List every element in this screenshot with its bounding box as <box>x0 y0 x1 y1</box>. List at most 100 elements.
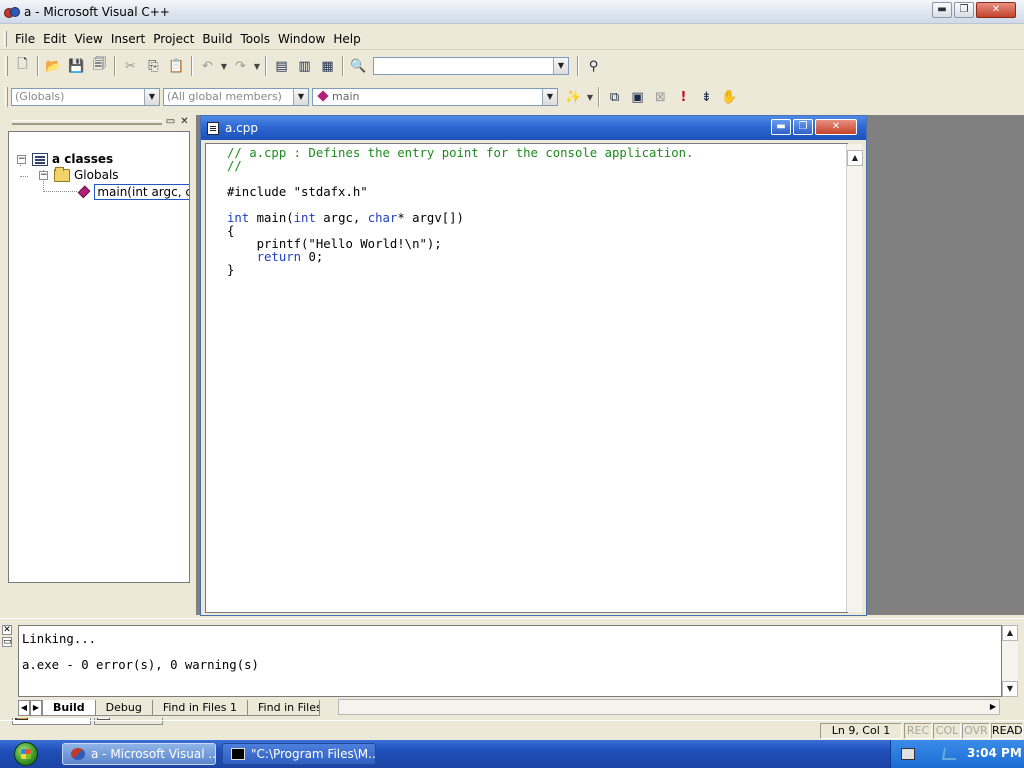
chevron-down-icon[interactable]: ▼ <box>542 89 557 105</box>
close-button[interactable]: ✕ <box>976 2 1016 18</box>
paste-icon[interactable]: 📋 <box>165 55 188 77</box>
menu-file[interactable]: File <box>11 30 39 48</box>
code-keyword: int <box>227 211 250 225</box>
open-folder-icon[interactable]: 📂 <box>42 55 65 77</box>
scope-combo[interactable]: (Globals) ▼ <box>11 88 160 106</box>
members-combo[interactable]: (All global members) ▼ <box>163 88 309 106</box>
output-close-icon[interactable]: ✕ <box>2 625 12 635</box>
collapse-icon[interactable]: − <box>39 170 48 180</box>
code-line: int main(int argc, char* argv[]) <box>227 212 464 225</box>
restore-icon: ❐ <box>959 4 969 15</box>
status-col: COL <box>933 723 961 739</box>
editor-title-bar[interactable]: a.cpp ▬ ❐ ✕ <box>201 116 866 140</box>
workspace-panel: ▭ ✕ − a classes − Globals main(int argc,… <box>6 115 194 725</box>
chevron-down-icon[interactable]: ▼ <box>293 89 308 105</box>
windows-logo-icon <box>14 742 38 766</box>
scroll-up-icon[interactable]: ▲ <box>847 150 863 166</box>
restore-icon: ❐ <box>798 121 808 132</box>
tab-find-in-files-2[interactable]: Find in Files 2 <box>248 700 321 716</box>
execute-icon[interactable]: ! <box>672 86 695 108</box>
wizard-dropdown-icon[interactable]: ▼ <box>585 86 595 108</box>
clock[interactable]: 3:04 PM <box>967 746 1022 760</box>
save-icon[interactable]: 💾 <box>65 55 88 77</box>
new-file-icon[interactable]: 🗋 <box>11 55 34 77</box>
restore-button[interactable]: ❐ <box>954 2 974 18</box>
scroll-down-icon[interactable]: ▼ <box>1002 681 1018 697</box>
output-text[interactable]: Linking... a.exe - 0 error(s), 0 warning… <box>18 625 1002 697</box>
network-icon[interactable] <box>941 748 959 760</box>
window-list-icon[interactable]: ▦ <box>316 55 339 77</box>
stop-build-icon[interactable]: ⊠ <box>649 86 672 108</box>
scroll-up-icon[interactable]: ▲ <box>1002 625 1018 641</box>
tree-node-globals[interactable]: − Globals <box>39 166 119 183</box>
editor-vertical-scrollbar[interactable]: ▲ <box>846 144 863 612</box>
code-text: 0; <box>301 250 324 264</box>
go-debug-icon[interactable]: ⇟ <box>695 86 718 108</box>
menu-tools[interactable]: Tools <box>236 30 274 48</box>
output-horizontal-scrollbar[interactable]: ▶ <box>338 699 1000 715</box>
toolbar-grip[interactable] <box>5 56 8 76</box>
output-vertical-scrollbar[interactable]: ▲ ▼ <box>1002 625 1018 697</box>
tab-find-in-files-1[interactable]: Find in Files 1 <box>152 700 249 716</box>
output-window-icon[interactable]: ▥ <box>293 55 316 77</box>
editor-window-controls: ▬ ❐ ✕ <box>769 119 857 135</box>
tree-node-classes[interactable]: − a classes <box>17 151 113 167</box>
menu-help[interactable]: Help <box>329 30 364 48</box>
menu-project[interactable]: Project <box>149 30 198 48</box>
tab-scroll-right-icon[interactable]: ▶ <box>30 700 42 716</box>
folder-icon <box>54 166 70 182</box>
document-icon <box>207 121 219 135</box>
taskbar-item-command-prompt[interactable]: "C:\Program Files\M... <box>222 743 376 765</box>
code-editor[interactable]: // a.cpp : Defines the entry point for t… <box>205 143 848 613</box>
toolbar-separator <box>577 56 579 76</box>
workspace-close-icon[interactable]: ✕ <box>178 116 191 128</box>
find-combo[interactable]: ▼ <box>373 57 569 75</box>
redo-dropdown-icon[interactable]: ▼ <box>252 55 262 77</box>
collapse-icon[interactable]: − <box>17 154 26 164</box>
menu-build[interactable]: Build <box>198 30 236 48</box>
compile-icon[interactable]: ⧉ <box>603 86 626 108</box>
toolbar-separator <box>37 56 39 76</box>
menu-view[interactable]: View <box>70 30 106 48</box>
undo-dropdown-icon[interactable]: ▼ <box>219 55 229 77</box>
workspace-toggle-icon[interactable]: ▤ <box>270 55 293 77</box>
start-button[interactable] <box>4 741 48 767</box>
breakpoint-hand-icon[interactable]: ✋ <box>718 86 741 108</box>
cut-icon[interactable]: ✂ <box>119 55 142 77</box>
class-tree: − a classes − Globals main(int argc, cha… <box>8 131 190 583</box>
menu-edit[interactable]: Edit <box>39 30 70 48</box>
wizard-wand-icon[interactable]: ✨ <box>562 86 585 108</box>
menu-insert[interactable]: Insert <box>107 30 149 48</box>
minimize-icon: ▬ <box>937 4 947 15</box>
function-combo[interactable]: main ▼ <box>312 88 558 106</box>
editor-restore-button[interactable]: ❐ <box>793 119 813 135</box>
chevron-down-icon[interactable]: ▼ <box>553 58 568 74</box>
copy-icon[interactable]: ⎘ <box>142 55 165 77</box>
tab-scroll-left-icon[interactable]: ◀ <box>18 700 30 716</box>
scroll-right-icon[interactable]: ▶ <box>990 702 996 711</box>
workspace-drag-bar[interactable] <box>12 120 162 125</box>
system-tray: 3:04 PM <box>890 740 1024 768</box>
tab-build[interactable]: Build <box>42 700 96 716</box>
output-restore-icon[interactable]: ▭ <box>2 637 12 647</box>
workspace-restore-icon[interactable]: ▭ <box>164 116 177 128</box>
find-binoculars-icon[interactable]: ⚲ <box>582 55 605 77</box>
tree-node-main-function[interactable]: main(int argc, char <box>77 184 189 200</box>
redo-icon[interactable]: ↷ <box>229 55 252 77</box>
toolbar-grip[interactable] <box>5 87 8 107</box>
visual-cpp-app-icon[interactable] <box>3 5 20 19</box>
menu-window[interactable]: Window <box>274 30 329 48</box>
undo-icon[interactable]: ↶ <box>196 55 219 77</box>
menu-bar-grip[interactable] <box>4 30 7 47</box>
chevron-down-icon[interactable]: ▼ <box>144 89 159 105</box>
save-all-icon[interactable]: 🗐 <box>88 55 111 77</box>
code-line: // <box>227 159 242 173</box>
editor-minimize-button[interactable]: ▬ <box>771 119 791 135</box>
keyboard-icon[interactable] <box>901 748 915 760</box>
tab-debug[interactable]: Debug <box>95 700 153 716</box>
build-icon[interactable]: ▣ <box>626 86 649 108</box>
editor-close-button[interactable]: ✕ <box>815 119 857 135</box>
minimize-button[interactable]: ▬ <box>932 2 952 18</box>
taskbar-item-visual-cpp[interactable]: a - Microsoft Visual ... <box>62 743 216 765</box>
find-in-files-icon[interactable]: 🔍 <box>347 55 370 77</box>
